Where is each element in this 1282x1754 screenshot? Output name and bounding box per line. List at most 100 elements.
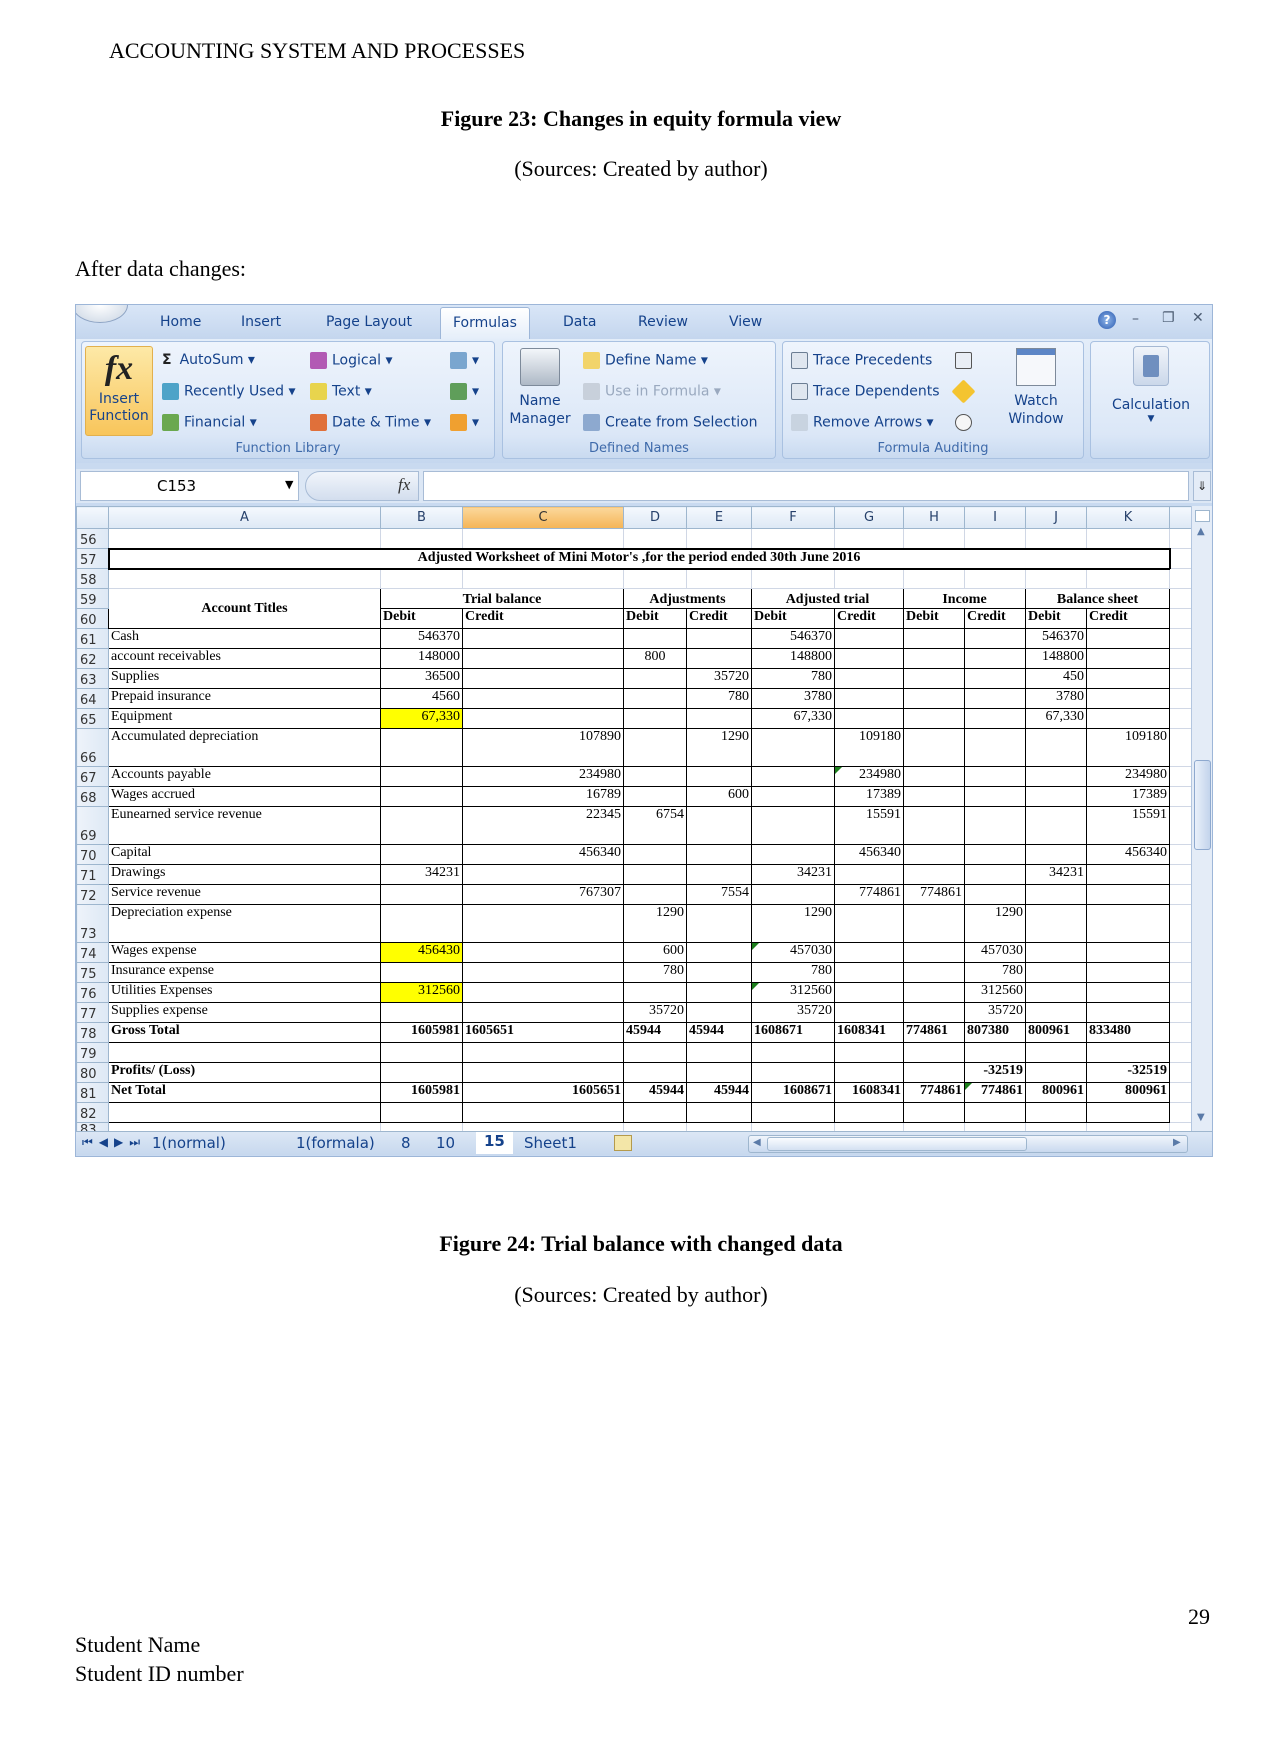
- cell-H73[interactable]: [903, 904, 965, 943]
- cell-I77[interactable]: 35720: [964, 1002, 1026, 1023]
- cell-H67[interactable]: [903, 766, 965, 787]
- cell-G73[interactable]: [834, 904, 904, 943]
- cell-C66[interactable]: 107890: [462, 728, 624, 767]
- cell-J75[interactable]: [1025, 962, 1087, 983]
- cell-E77[interactable]: [686, 1002, 752, 1023]
- cell-E73[interactable]: [686, 904, 752, 943]
- cell-C79[interactable]: [462, 1042, 624, 1063]
- cell-E78[interactable]: 45944: [686, 1022, 752, 1043]
- account-title-cell[interactable]: Drawings: [108, 864, 381, 885]
- cell-G63[interactable]: [834, 668, 904, 689]
- cell-G80[interactable]: [834, 1062, 904, 1083]
- cell-F82[interactable]: [751, 1102, 835, 1123]
- row-header[interactable]: 72: [76, 884, 109, 905]
- cell-H69[interactable]: [903, 806, 965, 845]
- cell-B80[interactable]: [380, 1062, 463, 1083]
- cell-H66[interactable]: [903, 728, 965, 767]
- cell-E76[interactable]: [686, 982, 752, 1003]
- scroll-up-icon[interactable]: ▲: [1197, 526, 1205, 537]
- cell-I63[interactable]: [964, 668, 1026, 689]
- cell-B63[interactable]: 36500: [380, 668, 463, 689]
- account-title-cell[interactable]: Depreciation expense: [108, 904, 381, 943]
- cell-I68[interactable]: [964, 786, 1026, 807]
- cell-C68[interactable]: 16789: [462, 786, 624, 807]
- cell-H72[interactable]: 774861: [903, 884, 965, 905]
- account-title-cell[interactable]: Accumulated depreciation: [108, 728, 381, 767]
- cell-H65[interactable]: [903, 708, 965, 729]
- cell-B71[interactable]: 34231: [380, 864, 463, 885]
- cell-C62[interactable]: [462, 648, 624, 669]
- cell-K62[interactable]: [1086, 648, 1170, 669]
- cell-F71[interactable]: 34231: [751, 864, 835, 885]
- create-from-selection-button[interactable]: Create from Selection: [583, 414, 758, 431]
- show-formulas-icon[interactable]: [955, 352, 972, 369]
- cell-J76[interactable]: [1025, 982, 1087, 1003]
- trace-precedents-button[interactable]: Trace Precedents: [791, 352, 932, 369]
- insert-function-bar-button[interactable]: fx: [305, 471, 419, 501]
- row-header[interactable]: 65: [76, 708, 109, 729]
- cell-E64[interactable]: 780: [686, 688, 752, 709]
- cell-K63[interactable]: [1086, 668, 1170, 689]
- row-header[interactable]: 67: [76, 766, 109, 787]
- cell-F77[interactable]: 35720: [751, 1002, 835, 1023]
- cell-E69[interactable]: [686, 806, 752, 845]
- cell-J56[interactable]: [1025, 528, 1087, 549]
- cell-H63[interactable]: [903, 668, 965, 689]
- cell-J65[interactable]: 67,330: [1025, 708, 1087, 729]
- use-in-formula-button[interactable]: Use in Formula ▾: [583, 383, 721, 400]
- row-header[interactable]: 70: [76, 844, 109, 865]
- insert-function-button[interactable]: fx Insert Function: [85, 346, 153, 436]
- sheet-tab-1-formala-[interactable]: 1(formala): [296, 1134, 375, 1152]
- cell-B76[interactable]: 312560: [380, 982, 463, 1003]
- cell-D72[interactable]: [623, 884, 687, 905]
- sheet-tab-1-normal-[interactable]: 1(normal): [152, 1134, 226, 1152]
- account-title-cell[interactable]: Supplies: [108, 668, 381, 689]
- cell-K76[interactable]: [1086, 982, 1170, 1003]
- cell-I75[interactable]: 780: [964, 962, 1026, 983]
- cell-G78[interactable]: 1608341: [834, 1022, 904, 1043]
- cell-C81[interactable]: 1605651: [462, 1082, 624, 1103]
- cell-J78[interactable]: 800961: [1025, 1022, 1087, 1043]
- financial-button[interactable]: Financial ▾: [162, 414, 257, 431]
- cell-D77[interactable]: 35720: [623, 1002, 687, 1023]
- cell-J81[interactable]: 800961: [1025, 1082, 1087, 1103]
- account-title-cell[interactable]: Eunearned service revenue: [108, 806, 381, 845]
- cell-F73[interactable]: 1290: [751, 904, 835, 943]
- cell-C67[interactable]: 234980: [462, 766, 624, 787]
- column-header-i[interactable]: I: [964, 506, 1026, 529]
- cell-K78[interactable]: 833480: [1086, 1022, 1170, 1043]
- cell-G68[interactable]: 17389: [834, 786, 904, 807]
- column-header-j[interactable]: J: [1025, 506, 1087, 529]
- cell-F79[interactable]: [751, 1042, 835, 1063]
- cell-E81[interactable]: 45944: [686, 1082, 752, 1103]
- cell-H79[interactable]: [903, 1042, 965, 1063]
- cell-K70[interactable]: 456340: [1086, 844, 1170, 865]
- row-header[interactable]: 59: [76, 588, 109, 609]
- vertical-scroll-thumb[interactable]: [1194, 760, 1211, 850]
- cell-B68[interactable]: [380, 786, 463, 807]
- cell-J61[interactable]: 546370: [1025, 628, 1087, 649]
- cell-H62[interactable]: [903, 648, 965, 669]
- cell-I76[interactable]: 312560: [964, 982, 1026, 1003]
- calculation-button[interactable]: Calculation ▼: [1101, 346, 1201, 424]
- account-title-cell[interactable]: [108, 1042, 381, 1063]
- cell-J64[interactable]: 3780: [1025, 688, 1087, 709]
- minimize-icon[interactable]: –: [1132, 311, 1139, 327]
- column-header-a[interactable]: A: [108, 506, 381, 529]
- scroll-left-icon[interactable]: ◀: [753, 1137, 761, 1148]
- cell-D75[interactable]: 780: [623, 962, 687, 983]
- cell-J63[interactable]: 450: [1025, 668, 1087, 689]
- cell-K58[interactable]: [1086, 568, 1170, 589]
- cell-E58[interactable]: [686, 568, 752, 589]
- cell-K77[interactable]: [1086, 1002, 1170, 1023]
- cell-D67[interactable]: [623, 766, 687, 787]
- row-header[interactable]: 64: [76, 688, 109, 709]
- cell-H82[interactable]: [903, 1102, 965, 1123]
- account-title-cell[interactable]: Service revenue: [108, 884, 381, 905]
- date-time-button[interactable]: Date & Time ▾: [310, 414, 431, 431]
- cell-F68[interactable]: [751, 786, 835, 807]
- cell-K68[interactable]: 17389: [1086, 786, 1170, 807]
- horizontal-scrollbar[interactable]: ◀ ▶: [748, 1135, 1188, 1153]
- cell-C64[interactable]: [462, 688, 624, 709]
- account-title-cell[interactable]: Insurance expense: [108, 962, 381, 983]
